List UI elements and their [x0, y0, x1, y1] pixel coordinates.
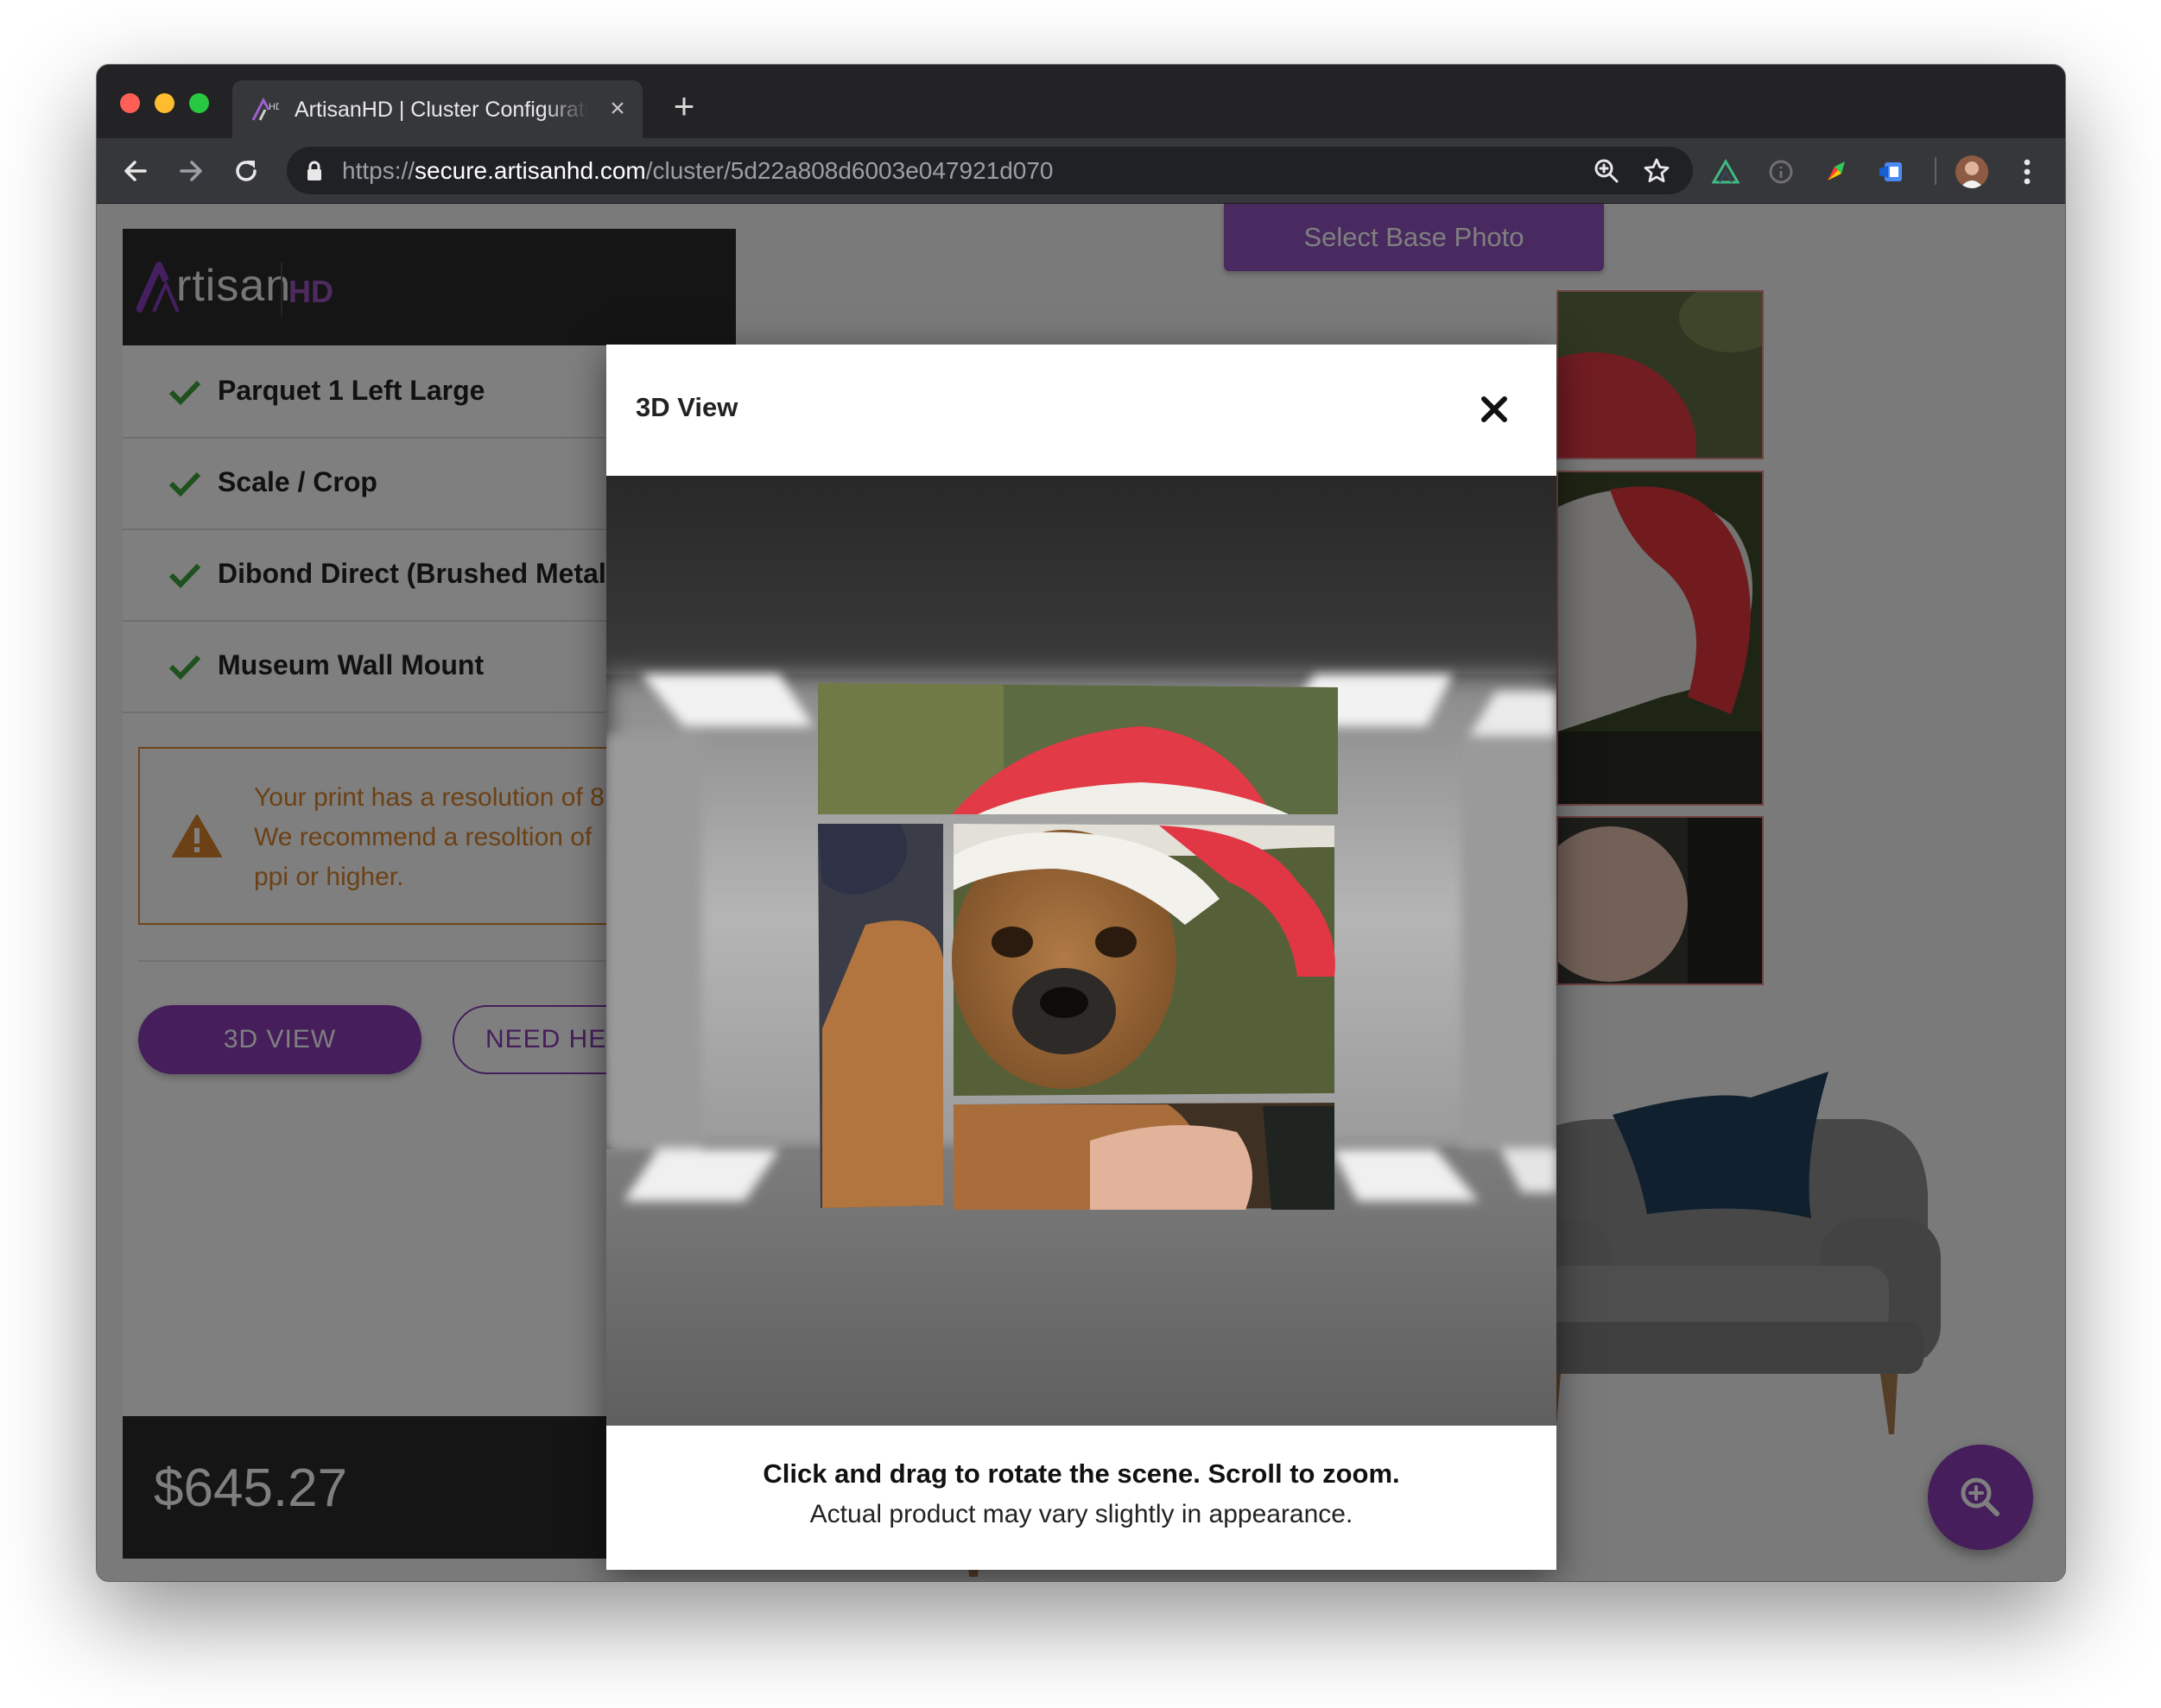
url-scheme: https://	[342, 157, 415, 184]
url-path: /cluster/5d22a808d6003e047921d070	[645, 157, 1054, 184]
forward-arrow-icon[interactable]	[173, 153, 209, 189]
toolbar-separator	[1935, 157, 1936, 185]
close-icon[interactable]	[1473, 388, 1516, 431]
minimize-window-button[interactable]	[155, 93, 174, 113]
artwork-panel-bottom	[954, 1103, 1334, 1210]
extension-vue-icon[interactable]	[1712, 158, 1740, 186]
tab-close-icon[interactable]: ×	[604, 95, 631, 123]
close-window-button[interactable]	[120, 93, 140, 113]
modal-footer: Click and drag to rotate the scene. Scro…	[606, 1426, 1556, 1570]
modal-title: 3D View	[636, 392, 738, 422]
extension-google-icon[interactable]	[1878, 158, 1905, 186]
profile-photo	[1955, 155, 1988, 188]
zoom-icon[interactable]	[1593, 157, 1620, 185]
tab-title: ArtisanHD | Cluster Configurator	[295, 98, 588, 122]
menu-dots-icon[interactable]	[2014, 155, 2040, 188]
modal-header: 3D View	[606, 345, 1556, 476]
url-host: secure.artisanhd.com	[415, 157, 646, 184]
profile-avatar[interactable]	[1955, 155, 1988, 188]
lock-icon	[307, 161, 321, 180]
artisan-favicon-icon: HD	[251, 98, 279, 121]
extension-info-icon[interactable]	[1767, 158, 1795, 186]
new-tab-button[interactable]: +	[667, 88, 701, 124]
extension-color-icon[interactable]	[1822, 158, 1850, 186]
url-text: https://secure.artisanhd.com/cluster/5d2…	[342, 157, 1054, 185]
back-arrow-icon[interactable]	[117, 153, 154, 189]
bookmark-star-icon[interactable]	[1643, 157, 1670, 185]
reload-icon[interactable]	[228, 153, 264, 189]
artwork-panel-top	[818, 683, 1338, 814]
appearance-disclaimer: Actual product may vary slightly in appe…	[809, 1500, 1353, 1528]
artwork-panel-left	[818, 824, 943, 1208]
page-content: Select Base Photo	[97, 204, 2065, 1581]
rotate-instructions: Click and drag to rotate the scene. Scro…	[763, 1458, 1400, 1489]
3d-scene-canvas	[606, 476, 1556, 1426]
svg-text:HD: HD	[269, 102, 279, 112]
3d-view-modal: 3D View Click and drag to rotate the sce…	[606, 345, 1556, 1570]
browser-window: HD ArtisanHD | Cluster Configurator × + …	[97, 65, 2065, 1581]
browser-toolbar: https://secure.artisanhd.com/cluster/5d2…	[97, 138, 2065, 204]
address-bar[interactable]: https://secure.artisanhd.com/cluster/5d2…	[287, 147, 1693, 194]
maximize-window-button[interactable]	[189, 93, 209, 113]
artwork-panel-center	[952, 824, 1335, 1096]
tab-bar: HD ArtisanHD | Cluster Configurator × +	[97, 65, 2065, 138]
browser-tab-active[interactable]: HD ArtisanHD | Cluster Configurator ×	[232, 80, 643, 138]
3d-scene-viewer[interactable]	[606, 476, 1556, 1426]
